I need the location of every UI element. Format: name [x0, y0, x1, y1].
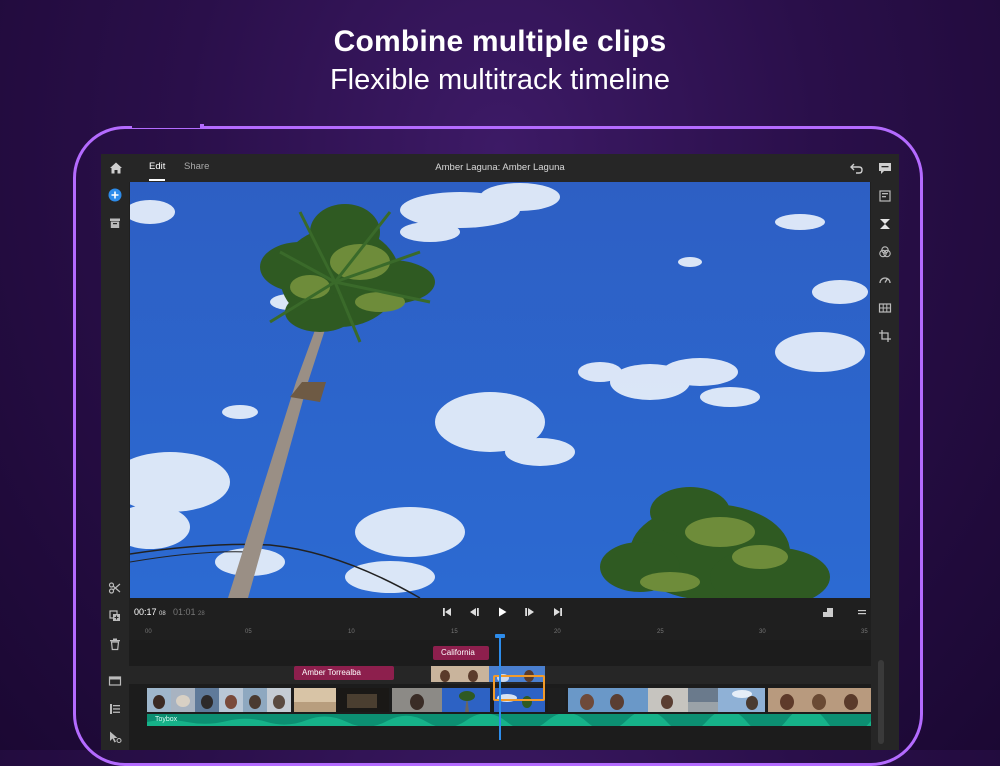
current-timecode: 00:17 08: [134, 607, 166, 617]
headline-title: Combine multiple clips: [333, 25, 667, 58]
tablet-button: [132, 122, 200, 128]
audio-track[interactable]: Toybox: [147, 714, 871, 726]
step-forward-icon[interactable]: [523, 605, 537, 619]
tab-edit-underline: [149, 179, 165, 181]
duration-timecode: 01:01 28: [173, 607, 205, 617]
select-icon[interactable]: [108, 730, 122, 744]
transport-bar: 00:17 08 01:01 28: [129, 598, 871, 626]
video-preview[interactable]: [130, 182, 870, 598]
fit-timeline-icon[interactable]: [821, 605, 835, 619]
undo-icon[interactable]: [849, 160, 865, 176]
step-back-icon[interactable]: [467, 605, 481, 619]
titles-icon[interactable]: [878, 189, 892, 203]
left-toolbar: [101, 182, 129, 750]
title-track-icon[interactable]: [108, 674, 122, 688]
grid-icon[interactable]: [878, 301, 892, 315]
ruler-tick: 20: [554, 629, 561, 635]
duplicate-icon[interactable]: [108, 609, 122, 623]
ruler-tick: 15: [451, 629, 458, 635]
ruler-tick: 35: [861, 629, 868, 635]
current-time: 00:17: [134, 607, 157, 617]
audio-waveform: [147, 714, 871, 726]
current-frames: 08: [159, 611, 166, 617]
ruler-tick: 30: [759, 629, 766, 635]
delete-icon[interactable]: [108, 637, 122, 651]
headline-subtitle: Flexible multitrack timeline: [329, 64, 671, 96]
playhead[interactable]: [499, 636, 501, 740]
chat-icon[interactable]: [877, 160, 893, 176]
project-title: Amber Laguna: Amber Laguna: [435, 162, 565, 173]
transitions-icon[interactable]: [878, 217, 892, 231]
menu-icon[interactable]: [855, 605, 869, 619]
right-toolbar: [871, 182, 899, 750]
top-bar: Edit Share Amber Laguna: Amber Laguna: [101, 154, 899, 182]
play-icon[interactable]: [495, 605, 509, 619]
archive-icon[interactable]: [108, 216, 122, 230]
duration-time: 01:01: [173, 607, 196, 617]
list-icon[interactable]: [108, 702, 122, 716]
add-media-icon[interactable]: [108, 188, 122, 202]
skip-end-icon[interactable]: [551, 605, 565, 619]
title-clip-amber-torrealba[interactable]: Amber Torrealba: [294, 666, 394, 680]
ruler-tick: 00: [145, 629, 152, 635]
audio-track-label: Toybox: [155, 716, 178, 723]
ruler-tick: 05: [245, 629, 252, 635]
preview-frame-image: [130, 182, 870, 598]
skip-start-icon[interactable]: [440, 605, 454, 619]
duration-frames: 28: [198, 611, 205, 617]
color-icon[interactable]: [878, 245, 892, 259]
title-clip-california[interactable]: California: [433, 646, 489, 660]
crop-icon[interactable]: [878, 329, 892, 343]
headline: Combine multiple clips Flexible multitra…: [0, 22, 1000, 98]
timeline-scrollbar[interactable]: [878, 660, 884, 744]
split-icon[interactable]: [108, 581, 122, 595]
speed-icon[interactable]: [878, 273, 892, 287]
ruler-tick: 10: [348, 629, 355, 635]
ruler-tick: 25: [657, 629, 664, 635]
